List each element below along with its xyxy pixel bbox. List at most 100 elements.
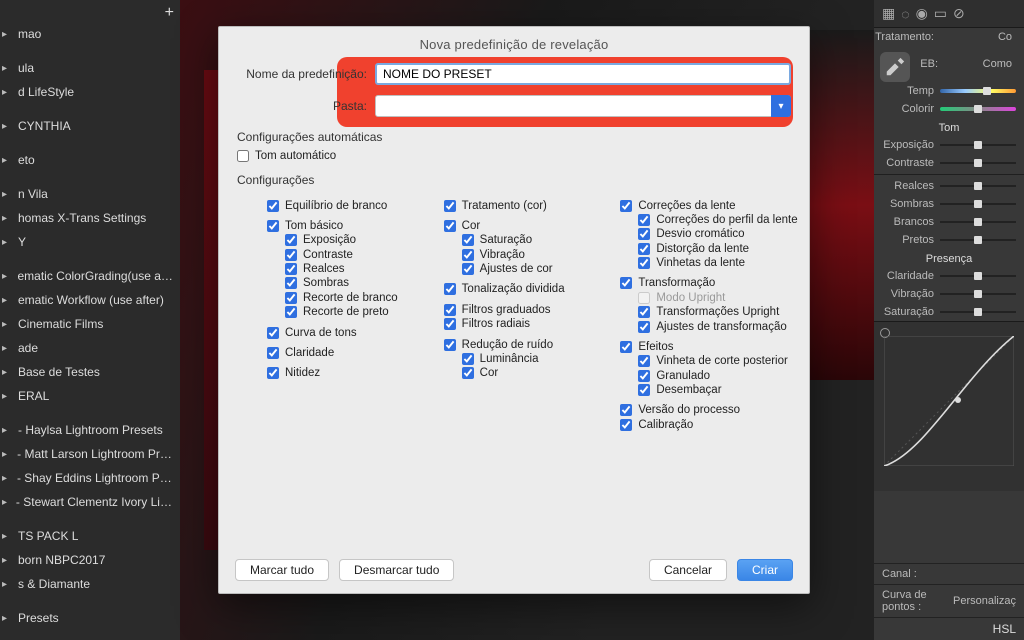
folder-label: Pasta: (237, 99, 367, 113)
chk-lens-profile[interactable]: Correções do perfil da lente (620, 213, 781, 227)
brush-icon[interactable]: ⊘ (953, 5, 965, 22)
slider-claridade[interactable]: Claridade (874, 267, 1024, 285)
sidebar-item[interactable]: ▸ERAL (0, 384, 180, 408)
chk-clarity[interactable]: Claridade (267, 346, 428, 360)
plus-icon[interactable]: + (165, 4, 174, 22)
chk-shadows[interactable]: Sombras (267, 276, 428, 290)
sidebar-item[interactable]: ▸born NBPC2017 (0, 548, 180, 572)
slider-pretos[interactable]: Pretos (874, 231, 1024, 249)
photo-edge (802, 30, 874, 380)
auto-settings-title: Configurações automáticas (237, 130, 791, 144)
create-button[interactable]: Criar (737, 559, 793, 581)
slider-temp[interactable]: Temp (874, 82, 1024, 100)
sidebar-item[interactable]: ▸ade (0, 336, 180, 360)
auto-tone-check[interactable]: Tom automático (237, 149, 791, 163)
sidebar-item[interactable]: ▸ula (0, 56, 180, 80)
section-header-presenca: Presença (874, 249, 1024, 267)
chk-grain[interactable]: Granulado (620, 369, 781, 383)
treatment-row[interactable]: Tratamento: Co (874, 28, 1024, 46)
sidebar-item[interactable]: ▸- Shay Eddins Lightroom Presets (0, 466, 180, 490)
chk-transform[interactable]: Transformação (620, 276, 781, 290)
eb-value[interactable]: Como (944, 58, 1016, 70)
sidebar-item[interactable]: ▸TS PACK L (0, 524, 180, 548)
chk-upright-transforms[interactable]: Transformações Upright (620, 305, 781, 319)
chk-color-nr[interactable]: Cor (444, 366, 605, 380)
chk-vibrance[interactable]: Vibração (444, 248, 605, 262)
curve-points-value: Personalizaç (953, 595, 1016, 607)
chk-dehaze[interactable]: Desembaçar (620, 383, 781, 397)
chk-treatment[interactable]: Tratamento (cor) (444, 198, 605, 212)
chk-process-version[interactable]: Versão do processo (620, 403, 781, 417)
sidebar-item[interactable]: ▸eto (0, 148, 180, 172)
slider-colorir[interactable]: Colorir (874, 100, 1024, 118)
channel-row[interactable]: Canal : (874, 563, 1024, 584)
sidebar-item[interactable]: ▸Base de Testes (0, 360, 180, 384)
sidebar-item (0, 104, 180, 114)
chk-upright-mode: Modo Upright (620, 291, 781, 305)
chk-graduated-filters[interactable]: Filtros graduados (444, 303, 605, 317)
chk-effects[interactable]: Efeitos (620, 340, 781, 354)
slider-contraste[interactable]: Contraste (874, 154, 1024, 172)
chk-white-balance[interactable]: Equilíbrio de branco (267, 198, 428, 212)
chk-post-crop-vignette[interactable]: Vinheta de corte posterior (620, 354, 781, 368)
chk-lens-corrections[interactable]: Correções da lente (620, 198, 781, 212)
settings-col-1: Equilíbrio de branco Tom básico Exposiçã… (267, 198, 428, 432)
chk-color[interactable]: Cor (444, 219, 605, 233)
sidebar-item (0, 254, 180, 264)
sidebar-item[interactable]: ▸ematic Workflow (use after) (0, 288, 180, 312)
new-preset-dialog: Nova predefinição de revelação Nome da p… (218, 26, 810, 594)
chk-white-clip[interactable]: Recorte de branco (267, 291, 428, 305)
chk-tone-curve[interactable]: Curva de tons (267, 325, 428, 339)
crop-icon[interactable]: ▦ (882, 5, 895, 22)
chk-highlights[interactable]: Realces (267, 262, 428, 276)
slider-sombras[interactable]: Sombras (874, 195, 1024, 213)
sidebar-item[interactable]: ▸Y (0, 230, 180, 254)
sidebar-item[interactable]: ▸- Stewart Clementz Ivory Lightroom… (0, 490, 180, 514)
mark-all-button[interactable]: Marcar tudo (235, 559, 329, 581)
slider-brancos[interactable]: Brancos (874, 213, 1024, 231)
sidebar-item[interactable]: ▸- Matt Larson Lightroom Presets (0, 442, 180, 466)
sidebar-item[interactable]: ▸n Vila (0, 182, 180, 206)
chk-calibration[interactable]: Calibração (620, 418, 781, 432)
sidebar-item[interactable]: ▸Presets (0, 606, 180, 630)
slider-exposição[interactable]: Exposição (874, 136, 1024, 154)
eyedropper-icon[interactable] (880, 52, 910, 82)
target-icon[interactable]: ◉ (916, 5, 928, 22)
chk-contrast[interactable]: Contraste (267, 248, 428, 262)
sidebar-item[interactable]: ▸ematic ColorGrading(use after) (0, 264, 180, 288)
cancel-button[interactable]: Cancelar (649, 559, 727, 581)
chk-saturation[interactable]: Saturação (444, 233, 605, 247)
unmark-all-button[interactable]: Desmarcar tudo (339, 559, 454, 581)
circle-icon[interactable]: ◌ (901, 6, 909, 22)
slider-vibração[interactable]: Vibração (874, 285, 1024, 303)
sidebar-item[interactable]: ▸CYNTHIA (0, 114, 180, 138)
chevron-down-icon[interactable]: ▾ (771, 95, 791, 117)
slider-saturação[interactable]: Saturação (874, 303, 1024, 321)
chk-split-toning[interactable]: Tonalização dividida (444, 282, 605, 296)
chk-exposure[interactable]: Exposição (267, 233, 428, 247)
tone-curve[interactable] (874, 321, 1024, 491)
chk-chromatic[interactable]: Desvio cromático (620, 227, 781, 241)
chk-vignetting[interactable]: Vinhetas da lente (620, 256, 781, 270)
chk-transform-adjust[interactable]: Ajustes de transformação (620, 319, 781, 333)
chk-black-clip[interactable]: Recorte de preto (267, 305, 428, 319)
sidebar-item[interactable]: ▸homas X-Trans Settings (0, 206, 180, 230)
curve-points-row[interactable]: Curva de pontos : Personalizaç (874, 584, 1024, 617)
chk-noise-reduction[interactable]: Redução de ruído (444, 337, 605, 351)
sidebar-item[interactable]: ▸d LifeStyle (0, 80, 180, 104)
hsl-panel-header[interactable]: HSL (874, 617, 1024, 640)
chk-basic-tone[interactable]: Tom básico (267, 219, 428, 233)
chk-color-adjust[interactable]: Ajustes de cor (444, 262, 605, 276)
sidebar-item[interactable]: ▸mao (0, 22, 180, 46)
chk-radial-filters[interactable]: Filtros radiais (444, 317, 605, 331)
sidebar-item[interactable]: ▸- Haylsa Lightroom Presets (0, 418, 180, 442)
chk-sharpness[interactable]: Nitidez (267, 366, 428, 380)
chk-distortion[interactable]: Distorção da lente (620, 242, 781, 256)
folder-select[interactable] (375, 95, 791, 117)
sidebar-item[interactable]: ▸Cinematic Films (0, 312, 180, 336)
preset-name-input[interactable] (375, 63, 791, 85)
slider-realces[interactable]: Realces (874, 177, 1024, 195)
chk-luminance[interactable]: Luminância (444, 352, 605, 366)
rect-icon[interactable]: ▭ (934, 5, 947, 22)
sidebar-item[interactable]: ▸s & Diamante (0, 572, 180, 596)
